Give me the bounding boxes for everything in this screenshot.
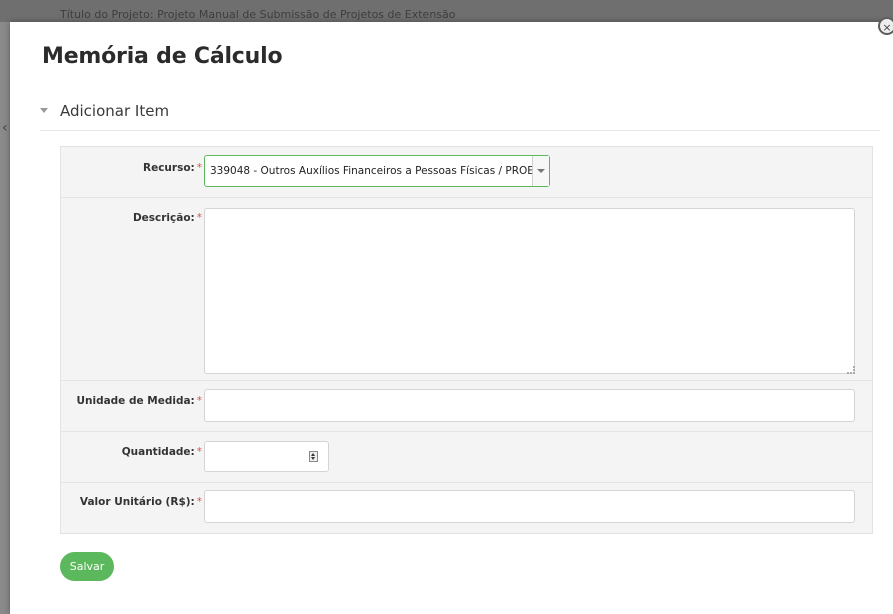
- valor-label: Valor Unitário (R$): *: [79, 496, 202, 508]
- modal-title: Memória de Cálculo: [42, 44, 283, 69]
- background-project-title: Título do Projeto: Projeto Manual de Sub…: [60, 8, 456, 21]
- chevron-down-icon: [537, 169, 545, 173]
- unidade-label: Unidade de Medida: *: [76, 395, 202, 407]
- add-item-form: Recurso: * 339048 - Outros Auxílios Finan…: [60, 146, 873, 534]
- required-mark: *: [196, 446, 202, 458]
- form-row-recurso: Recurso: * 339048 - Outros Auxílios Finan…: [61, 147, 872, 198]
- required-mark: *: [196, 395, 202, 407]
- recurso-label: Recurso: *: [143, 162, 202, 174]
- valor-unitario-input[interactable]: [204, 490, 855, 523]
- form-row-quantidade: Quantidade: *: [61, 432, 872, 483]
- spinner-up-arrow[interactable]: [311, 453, 315, 456]
- required-mark: *: [196, 162, 202, 174]
- chevron-down-icon: [40, 108, 48, 113]
- required-mark: *: [196, 212, 202, 224]
- recurso-select[interactable]: 339048 - Outros Auxílios Financeiros a P…: [204, 155, 550, 187]
- close-icon[interactable]: ×: [878, 17, 893, 35]
- section-toggle-adicionar-item[interactable]: Adicionar Item: [40, 102, 880, 131]
- section-label: Adicionar Item: [60, 102, 170, 120]
- modal-dialog: Memória de Cálculo Adicionar Item Recurs…: [10, 22, 893, 614]
- spinner-down-arrow[interactable]: [311, 457, 315, 460]
- form-row-valor: Valor Unitário (R$): *: [61, 483, 872, 533]
- background-page-header: Título do Projeto: Projeto Manual de Sub…: [0, 0, 893, 22]
- form-row-descricao: Descrição: *: [61, 198, 872, 381]
- chevron-left-icon[interactable]: ‹: [2, 118, 10, 138]
- required-mark: *: [196, 496, 202, 508]
- quantidade-input[interactable]: [204, 441, 329, 472]
- quantidade-label: Quantidade: *: [121, 446, 202, 458]
- select-dropdown-button[interactable]: [532, 156, 549, 186]
- number-spinner-icon[interactable]: [309, 451, 318, 462]
- unidade-medida-input[interactable]: [204, 389, 855, 422]
- save-button[interactable]: Salvar: [60, 552, 114, 581]
- descricao-label: Descrição: *: [132, 212, 202, 224]
- resize-handle-icon[interactable]: [847, 366, 855, 374]
- form-row-unidade: Unidade de Medida: *: [61, 381, 872, 432]
- descricao-textarea[interactable]: [204, 208, 855, 374]
- recurso-selected-value: 339048 - Outros Auxílios Financeiros a P…: [210, 165, 542, 177]
